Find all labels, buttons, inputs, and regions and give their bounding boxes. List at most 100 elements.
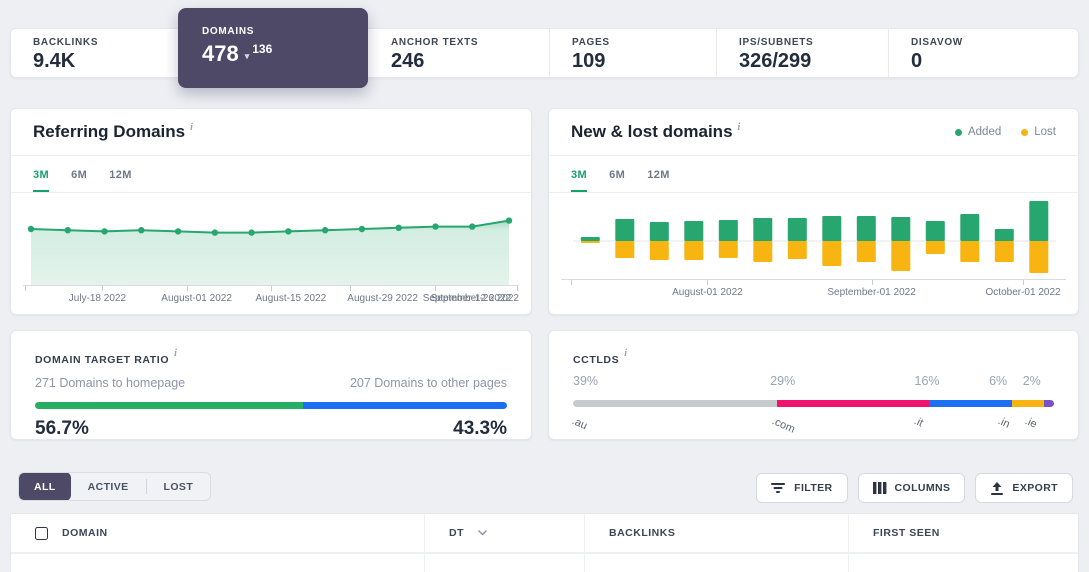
range-tab-3m[interactable]: 3M	[571, 169, 587, 192]
header-dt-cell[interactable]: DT	[424, 514, 584, 552]
referring-domains-chart: July-18 2022August-01 2022August-15 2022…	[11, 201, 531, 308]
stat-pages[interactable]: PAGES 109	[549, 29, 716, 77]
cctld-segment-com	[777, 400, 929, 407]
filter-button[interactable]: FILTER	[756, 473, 847, 503]
line-point	[469, 223, 475, 229]
ratio-percentages: 56.7% 43.3%	[35, 418, 507, 440]
cctld-segment-au	[573, 400, 777, 407]
bar-lost	[650, 241, 669, 260]
stat-backlinks[interactable]: BACKLINKS 9.4K	[11, 29, 179, 77]
table-row: site.com.au 3 1 lost June-14 2022	[11, 554, 1078, 572]
stat-anchor-texts[interactable]: ANCHOR TEXTS 246	[369, 29, 549, 77]
bar-added	[788, 218, 807, 241]
line-point	[248, 229, 254, 235]
bar-added	[960, 214, 979, 241]
export-icon	[990, 482, 1004, 495]
bar-lost	[891, 241, 910, 271]
newlost-range-tabs: 3M 6M 12M	[549, 156, 1078, 193]
legend-lost: Lost	[1021, 126, 1056, 138]
range-tab-6m[interactable]: 6M	[71, 169, 87, 192]
header-firstseen-cell: FIRST SEEN	[848, 514, 1078, 552]
info-icon[interactable]: i	[738, 122, 741, 133]
cctld-tld-label: .it	[912, 415, 925, 429]
bar-added	[822, 216, 841, 241]
bar-added	[650, 222, 669, 241]
ratio-legend-row: 271 Domains to homepage 207 Domains to o…	[35, 376, 507, 390]
tab-lost[interactable]: LOST	[147, 472, 211, 501]
bar-lost	[615, 241, 634, 258]
stat-disavow[interactable]: DISAVOW 0	[888, 29, 1078, 77]
stat-ips-subnets[interactable]: IPS/SUBNETS 326/299	[716, 29, 888, 77]
line-point	[175, 228, 181, 234]
ratio-otherpages-text: 207 Domains to other pages	[350, 376, 507, 390]
table-header: DOMAIN DT BACKLINKS FIRST SEEN	[11, 514, 1078, 554]
x-axis-label: July-18 2022	[69, 293, 126, 304]
stat-disavow-value: 0	[911, 50, 1078, 73]
referring-domains-header: Referring Domainsi	[11, 109, 531, 156]
referring-range-tabs: 3M 6M 12M	[11, 156, 531, 193]
new-lost-legend: Added Lost	[955, 126, 1056, 138]
info-icon[interactable]: i	[174, 348, 177, 359]
stats-bar: BACKLINKS 9.4K ANCHOR TEXTS 246 PAGES 10…	[10, 28, 1079, 78]
bar-added	[581, 237, 600, 241]
x-axis-label: August-01 2022	[161, 293, 232, 304]
legend-added: Added	[955, 126, 1001, 138]
stat-domains-delta: 136	[252, 42, 272, 56]
column-first-seen: FIRST SEEN	[873, 527, 940, 539]
cctld-segment-it	[929, 400, 1013, 407]
line-point	[285, 228, 291, 234]
x-axis-label: September-26 2022	[431, 293, 519, 304]
range-tab-6m[interactable]: 6M	[609, 169, 625, 192]
axis-tick	[707, 280, 708, 285]
new-lost-title: New & lost domainsi	[571, 122, 740, 142]
line-point	[65, 227, 71, 233]
bar-added	[684, 221, 703, 241]
cctld-tld-label: .com	[770, 415, 797, 436]
line-point	[212, 229, 218, 235]
stat-backlinks-label: BACKLINKS	[33, 37, 179, 48]
stat-pages-value: 109	[572, 50, 716, 73]
range-tab-12m[interactable]: 12M	[109, 169, 132, 192]
bar-lost	[960, 241, 979, 262]
stat-domains-number: 478	[202, 41, 239, 66]
line-point	[432, 223, 438, 229]
bar-added	[926, 221, 945, 241]
filter-icon	[771, 482, 786, 494]
line-point	[359, 226, 365, 232]
range-tab-12m[interactable]: 12M	[647, 169, 670, 192]
tab-all[interactable]: ALL	[19, 472, 71, 501]
row-backlinks-cell: 3 1 lost	[584, 554, 848, 572]
stat-anchor-texts-value: 246	[391, 50, 549, 73]
stat-domains-value: 478▾136	[202, 41, 368, 67]
info-icon[interactable]: i	[624, 348, 627, 359]
new-lost-x-labels: August-01 2022September-01 2022October-0…	[561, 287, 1066, 302]
export-button[interactable]: EXPORT	[975, 473, 1073, 503]
stat-disavow-label: DISAVOW	[911, 37, 1078, 48]
x-axis-label: October-01 2022	[986, 287, 1061, 298]
stat-domains-active-tab[interactable]: DOMAINS 478▾136	[178, 8, 368, 88]
row-firstseen-cell: June-14 2022	[848, 554, 1078, 572]
bar-added	[857, 216, 876, 241]
bar-lost	[581, 241, 600, 243]
tab-active[interactable]: ACTIVE	[71, 472, 146, 501]
columns-button[interactable]: COLUMNS	[858, 473, 966, 503]
x-axis-label: August-29 2022	[347, 293, 418, 304]
range-tab-3m[interactable]: 3M	[33, 169, 49, 192]
select-all-checkbox[interactable]	[35, 527, 48, 540]
axis-tick	[187, 286, 188, 291]
domains-table: DOMAIN DT BACKLINKS FIRST SEEN site.com.…	[10, 513, 1079, 572]
info-icon[interactable]: i	[190, 122, 193, 133]
x-axis-label: September-01 2022	[827, 287, 915, 298]
cctlds-percent-labels: 39%29%16%6%2%	[573, 374, 1054, 390]
axis-tick	[1023, 280, 1024, 285]
referring-x-axis	[23, 285, 519, 291]
new-lost-bar-chart	[573, 197, 1056, 277]
axis-tick	[102, 286, 103, 291]
line-point	[395, 225, 401, 231]
ratio-homepage-pct: 56.7%	[35, 418, 89, 440]
bar-lost	[753, 241, 772, 262]
columns-icon	[873, 482, 887, 494]
bar-added	[1029, 201, 1048, 241]
ratio-homepage-segment	[35, 402, 303, 409]
cctlds-title: CCTLDSi	[573, 348, 1054, 366]
